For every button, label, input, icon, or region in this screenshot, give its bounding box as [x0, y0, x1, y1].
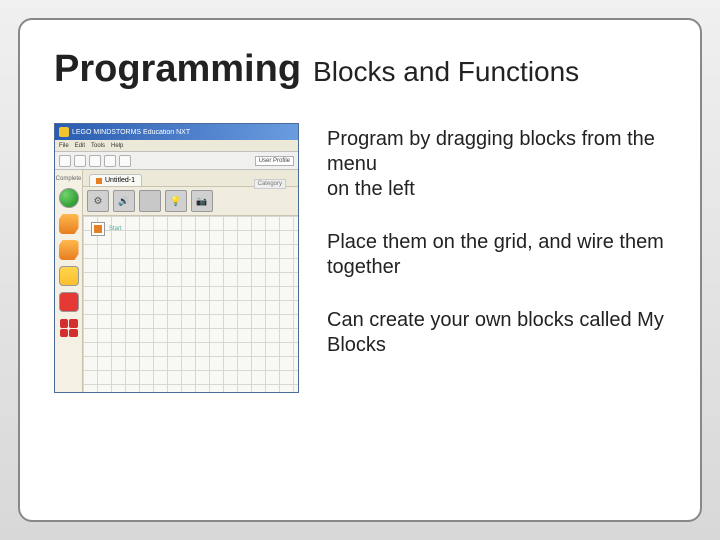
nxt-screenshot: LEGO MINDSTORMS Education NXT File Edit …	[54, 123, 299, 393]
title-main: Programming	[54, 48, 301, 91]
palette-red-multi-icon[interactable]	[59, 318, 79, 338]
toolbar: User Profile	[55, 152, 298, 170]
lamp-block-icon[interactable]	[165, 190, 187, 212]
tab-untitled[interactable]: Untitled-1	[89, 174, 142, 186]
start-node[interactable]: Start	[91, 222, 122, 236]
body-text: Program by dragging blocks from the menu…	[327, 123, 666, 393]
sound-block-icon[interactable]	[113, 190, 135, 212]
menu-help[interactable]: Help	[111, 143, 123, 149]
gear-block-icon[interactable]	[87, 190, 109, 212]
start-label: Start	[109, 226, 122, 232]
tool-button[interactable]	[119, 155, 131, 167]
palette-green-icon[interactable]	[59, 188, 79, 208]
palette-red-icon[interactable]	[59, 292, 79, 312]
user-profile-button[interactable]: User Profile	[255, 156, 294, 166]
app-icon	[59, 127, 69, 137]
editor-body: Complete Untitled-1	[55, 170, 298, 392]
bullet-1: Program by dragging blocks from the menu…	[327, 127, 666, 202]
tool-button[interactable]	[104, 155, 116, 167]
palette-yellow-icon[interactable]	[59, 266, 79, 286]
display-block-icon[interactable]	[139, 190, 161, 212]
slide-title: Programming Blocks and Functions	[54, 48, 666, 91]
window-title: LEGO MINDSTORMS Education NXT	[72, 129, 294, 136]
window-titlebar: LEGO MINDSTORMS Education NXT	[55, 124, 298, 140]
palette-orange-icon[interactable]	[59, 240, 79, 260]
bullet-2: Place them on the grid, and wire them to…	[327, 230, 666, 280]
tool-button[interactable]	[74, 155, 86, 167]
menu-edit[interactable]: Edit	[75, 143, 85, 149]
programming-grid[interactable]: Start	[83, 216, 298, 392]
tool-button[interactable]	[89, 155, 101, 167]
slide-frame: Programming Blocks and Functions LEGO MI…	[18, 18, 702, 522]
title-sub: Blocks and Functions	[313, 56, 579, 88]
content-row: LEGO MINDSTORMS Education NXT File Edit …	[54, 123, 666, 393]
menu-tools[interactable]: Tools	[91, 143, 105, 149]
bullet-3: Can create your own blocks called My Blo…	[327, 308, 666, 358]
menu-file[interactable]: File	[59, 143, 69, 149]
block-palette: Complete	[55, 170, 83, 392]
palette-orange-icon[interactable]	[59, 214, 79, 234]
toolbar-left	[59, 155, 131, 167]
tab-label: Untitled-1	[105, 177, 135, 184]
canvas-area: Untitled-1 Category Star	[83, 170, 298, 392]
menubar: File Edit Tools Help	[55, 140, 298, 152]
palette-label: Complete	[56, 176, 82, 182]
start-icon	[91, 222, 105, 236]
category-label: Category	[254, 179, 286, 189]
block-row: Category	[83, 186, 298, 216]
camera-block-icon[interactable]	[191, 190, 213, 212]
tool-button[interactable]	[59, 155, 71, 167]
